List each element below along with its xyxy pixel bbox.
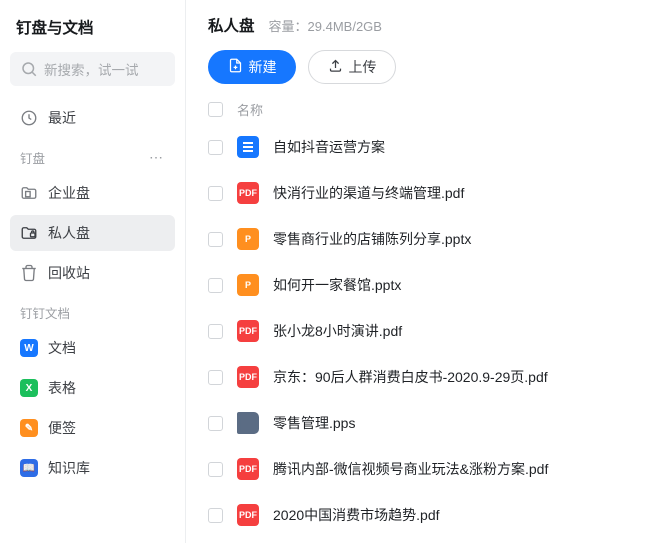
search-icon [20,60,38,78]
column-name: 名称 [237,100,263,119]
doc-notes-label: 便签 [48,418,76,438]
upload-button[interactable]: 上传 [308,50,396,84]
pps-file-icon [237,412,259,434]
new-button[interactable]: 新建 [208,50,296,84]
sheets-icon: X [20,379,38,397]
app-title: 钉盘与文档 [10,14,175,48]
file-row[interactable]: PDF 张小龙8小时演讲.pdf [186,308,666,354]
doc-docs[interactable]: W 文档 [10,330,175,366]
row-checkbox[interactable] [208,462,223,477]
pdf-file-icon: PDF [237,504,259,526]
file-name: 零售商行业的店铺陈列分享.pptx [273,229,471,249]
main-pane: 私人盘 容量：29.4MB/2GB 新建 上传 名称 自如抖音运营方案 PDF 快消… [186,0,666,543]
select-all-checkbox[interactable] [208,102,223,117]
nav-enterprise-drive[interactable]: 企业盘 [10,175,175,211]
nav-personal-drive[interactable]: 私人盘 [10,215,175,251]
lock-folder-icon [20,224,38,242]
file-name: 如何开一家餐馆.pptx [273,275,401,295]
file-row[interactable]: PDF 2020中国消费市场趋势.pdf [186,492,666,538]
search-input[interactable]: 新搜索，试一试 [10,52,175,86]
file-row[interactable]: 零售管理.pps [186,400,666,446]
upload-button-label: 上传 [349,57,377,77]
nav-trash-label: 回收站 [48,263,90,283]
new-file-icon [228,58,243,76]
toolbar: 新建 上传 [186,36,666,94]
row-checkbox[interactable] [208,370,223,385]
row-checkbox[interactable] [208,416,223,431]
row-checkbox[interactable] [208,186,223,201]
capacity: 容量：29.4MB/2GB [269,16,382,35]
file-row[interactable]: PDF 腾讯内部-微信视频号商业玩法&涨粉方案.pdf [186,446,666,492]
search-placeholder: 新搜索，试一试 [44,59,139,79]
nav-enterprise-label: 企业盘 [48,183,90,203]
file-row[interactable]: P 如何开一家餐馆.pptx [186,262,666,308]
trash-icon [20,264,38,282]
section-docs: 钉钉文档 [10,295,175,326]
notes-icon: ✎ [20,419,38,437]
nav-recent-label: 最近 [48,108,76,128]
doc-notes[interactable]: ✎ 便签 [10,410,175,446]
ppt-file-icon: P [237,274,259,296]
sidebar: 钉盘与文档 新搜索，试一试 最近 钉盘 ⋯ 企业盘 私人盘 回收站 钉钉文 [0,0,186,543]
file-row[interactable]: 自如抖音运营方案 [186,124,666,170]
wiki-icon: 📖 [20,459,38,477]
doc-wiki[interactable]: 📖 知识库 [10,450,175,486]
file-name: 京东：90后人群消费白皮书-2020.9-29页.pdf [273,367,548,387]
doc-wiki-label: 知识库 [48,458,90,478]
file-name: 快消行业的渠道与终端管理.pdf [273,183,464,203]
file-name: 零售管理.pps [273,413,355,433]
row-checkbox[interactable] [208,508,223,523]
file-row[interactable]: PDF 京东：90后人群消费白皮书-2020.9-29页.pdf [186,354,666,400]
nav-recent[interactable]: 最近 [10,100,175,136]
doc-file-icon [237,136,259,158]
ppt-file-icon: P [237,228,259,250]
file-row[interactable]: P 零售商行业的店铺陈列分享.pptx [186,216,666,262]
row-checkbox[interactable] [208,140,223,155]
row-checkbox[interactable] [208,232,223,247]
file-name: 自如抖音运营方案 [273,137,385,157]
row-checkbox[interactable] [208,324,223,339]
more-icon[interactable]: ⋯ [149,149,165,166]
list-header: 名称 [186,94,666,124]
building-folder-icon [20,184,38,202]
nav-personal-label: 私人盘 [48,223,90,243]
row-checkbox[interactable] [208,278,223,293]
pdf-file-icon: PDF [237,458,259,480]
doc-docs-label: 文档 [48,338,76,358]
file-list: 自如抖音运营方案 PDF 快消行业的渠道与终端管理.pdf P 零售商行业的店铺陈列分享… [186,124,666,538]
pdf-file-icon: PDF [237,182,259,204]
file-name: 腾讯内部-微信视频号商业玩法&涨粉方案.pdf [273,459,548,479]
pdf-file-icon: PDF [237,366,259,388]
file-name: 2020中国消费市场趋势.pdf [273,505,440,525]
clock-icon [20,109,38,127]
doc-sheets-label: 表格 [48,378,76,398]
file-name: 张小龙8小时演讲.pdf [273,321,402,341]
new-button-label: 新建 [249,57,277,77]
pdf-file-icon: PDF [237,320,259,342]
doc-sheets[interactable]: X 表格 [10,370,175,406]
upload-icon [328,58,343,76]
page-title: 私人盘 [208,14,255,36]
nav-trash[interactable]: 回收站 [10,255,175,291]
file-row[interactable]: PDF 快消行业的渠道与终端管理.pdf [186,170,666,216]
docs-icon: W [20,339,38,357]
main-header: 私人盘 容量：29.4MB/2GB [186,0,666,36]
section-drive: 钉盘 ⋯ [10,140,175,171]
